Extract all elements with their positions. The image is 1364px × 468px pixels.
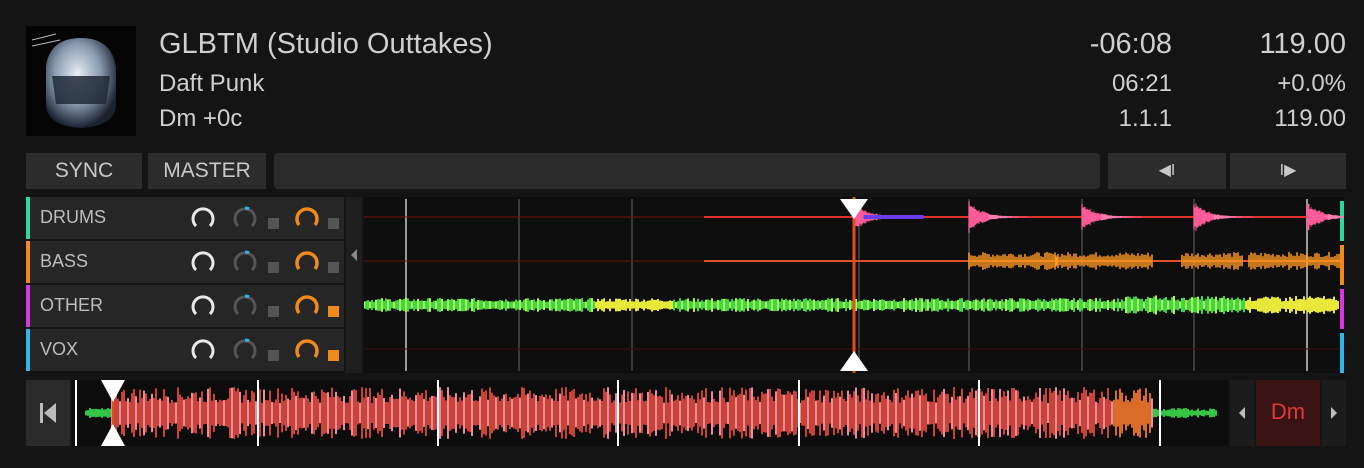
stem-color-marker — [26, 329, 30, 371]
filter-toggle[interactable] — [328, 306, 339, 317]
stem-edge-marker — [1340, 245, 1344, 285]
volume-knob-icon[interactable] — [190, 293, 216, 319]
collapse-stems-toggle[interactable] — [346, 197, 362, 373]
chevron-left-icon — [1239, 407, 1245, 419]
stem-row-drums[interactable]: DRUMS — [26, 197, 344, 239]
track-length: 06:21 — [1111, 70, 1172, 97]
bpm-readout[interactable]: 119.00 — [1206, 28, 1346, 61]
helmet-icon — [31, 33, 116, 128]
stem-row-vox[interactable]: VOX — [26, 329, 344, 371]
stem-edge-marker — [1340, 333, 1344, 373]
playhead-bottom-marker — [840, 351, 868, 371]
status-bar — [274, 153, 1100, 189]
stem-edge-marker — [1340, 201, 1344, 241]
waveform-canvas — [363, 197, 1364, 373]
chevron-right-icon — [1331, 407, 1337, 419]
track-artist: Daft Punk — [159, 70, 265, 97]
skip-back-icon — [40, 403, 56, 423]
stem-color-marker — [26, 241, 30, 283]
volume-knob-icon[interactable] — [190, 337, 216, 363]
album-cover — [26, 26, 136, 136]
fx-toggle[interactable] — [268, 262, 279, 273]
volume-knob-icon[interactable] — [190, 249, 216, 275]
stem-label: DRUMS — [40, 207, 106, 227]
back-to-start-button[interactable] — [26, 380, 70, 446]
stem-waveform-display[interactable] — [363, 197, 1364, 373]
overview-canvas — [75, 380, 1217, 446]
key-label: Dm — [1270, 399, 1306, 424]
stem-label: OTHER — [40, 295, 103, 315]
stem-color-marker — [26, 197, 30, 239]
stem-color-marker — [26, 285, 30, 327]
fx-toggle[interactable] — [268, 350, 279, 361]
beat-position: 1.1.1 — [1118, 105, 1172, 132]
fx-toggle[interactable] — [268, 306, 279, 317]
filter-toggle[interactable] — [328, 218, 339, 229]
filter-knob-icon[interactable] — [294, 205, 320, 231]
chevron-left-icon — [351, 249, 357, 261]
filter-knob-icon[interactable] — [294, 293, 320, 319]
key-up-button[interactable] — [1322, 380, 1346, 446]
sync-button[interactable]: SYNC — [26, 153, 142, 189]
fx-knob-icon[interactable] — [232, 249, 258, 275]
base-bpm: 119.00 — [1274, 105, 1346, 132]
beatjump-forward-button[interactable]: I▶ — [1230, 153, 1346, 189]
filter-toggle[interactable] — [328, 350, 339, 361]
filter-knob-icon[interactable] — [294, 337, 320, 363]
remaining-time: -06:08 — [1089, 28, 1172, 60]
stem-row-bass[interactable]: BASS — [26, 241, 344, 283]
stem-row-other[interactable]: OTHER — [26, 285, 344, 327]
filter-toggle[interactable] — [328, 262, 339, 273]
fx-knob-icon[interactable] — [232, 337, 258, 363]
volume-knob-icon[interactable] — [190, 205, 216, 231]
fx-toggle[interactable] — [268, 218, 279, 229]
fx-knob-icon[interactable] — [232, 205, 258, 231]
track-key: Dm +0c — [159, 105, 243, 132]
track-title: GLBTM (Studio Outtakes) — [159, 28, 493, 60]
filter-knob-icon[interactable] — [294, 249, 320, 275]
key-lock-display[interactable]: Dm — [1256, 380, 1320, 446]
beatjump-back-button[interactable]: ◀I — [1108, 153, 1226, 189]
stem-label: VOX — [40, 339, 79, 359]
track-overview[interactable] — [72, 380, 1228, 446]
stem-label: BASS — [40, 251, 89, 271]
key-down-button[interactable] — [1230, 380, 1254, 446]
stem-edge-marker — [1340, 289, 1344, 329]
pitch-readout: +0.0% — [1277, 70, 1346, 97]
fx-knob-icon[interactable] — [232, 293, 258, 319]
master-button[interactable]: MASTER — [148, 153, 266, 189]
